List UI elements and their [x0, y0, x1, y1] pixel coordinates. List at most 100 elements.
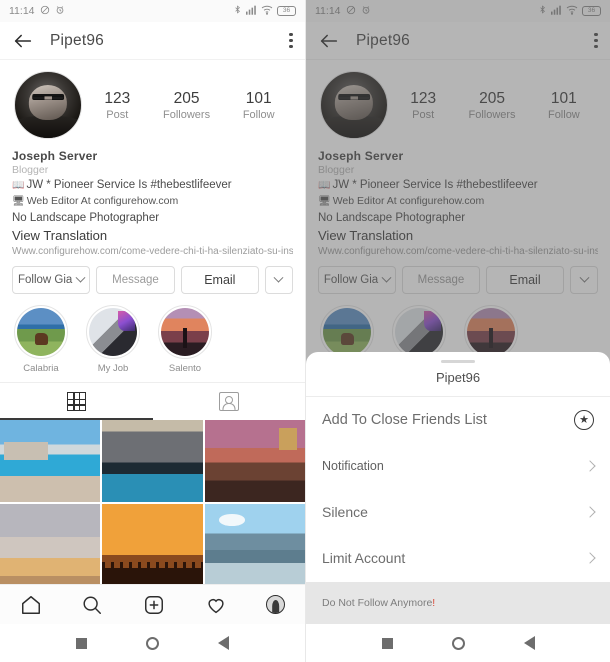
- kebab-menu-icon[interactable]: [289, 32, 293, 49]
- avatar[interactable]: [14, 71, 82, 139]
- chevron-right-icon: [584, 506, 596, 518]
- dual-screenshot: 11:14 36 Pipet96 123 Post 205 Followers …: [0, 0, 610, 662]
- profile-bio: Joseph Server Blogger 📖 JW * Pioneer Serv…: [0, 145, 305, 257]
- circle-icon[interactable]: [145, 636, 159, 650]
- photo-cell[interactable]: [204, 504, 305, 587]
- unfollow-accent: !: [432, 597, 436, 609]
- photo-cell[interactable]: [102, 420, 203, 503]
- profile-stats: 123 Post 205 Followers 101 Follow: [82, 89, 291, 121]
- chevron-right-icon: [584, 460, 596, 472]
- story-highlights: Calabria My Job Salento: [0, 302, 305, 382]
- stat-posts[interactable]: 123 Post: [104, 89, 130, 121]
- sheet-item-silence[interactable]: Silence: [306, 489, 610, 535]
- highlight-salento[interactable]: Salento: [158, 305, 212, 374]
- bluetooth-icon: [233, 4, 242, 18]
- android-navigation: [306, 624, 610, 662]
- highlight-label: Calabria: [23, 363, 59, 375]
- stat-following[interactable]: 101 Follow: [243, 89, 275, 121]
- stat-value: 101: [245, 89, 272, 107]
- more-options-button[interactable]: [264, 266, 293, 295]
- android-navigation: [0, 624, 305, 662]
- stat-label: Followers: [163, 109, 211, 122]
- profile-category: Blogger: [12, 164, 49, 176]
- highlight-ring: [86, 305, 140, 360]
- unfollow-label: Do Not Follow Anymore!: [322, 597, 435, 609]
- highlight-calabria[interactable]: Calabria: [14, 305, 68, 374]
- star-circle-icon: ★: [574, 410, 594, 430]
- app-header: Pipet96: [0, 22, 305, 60]
- phone-screen-profile: 11:14 36 Pipet96 123 Post 205 Followers …: [0, 0, 305, 662]
- view-translation-link[interactable]: View Translation: [12, 228, 293, 243]
- bottom-navigation: [0, 584, 305, 624]
- heart-icon[interactable]: [205, 594, 227, 616]
- book-emoji-icon: 📖: [12, 180, 25, 191]
- bio-line-1-text: JW * Pioneer Service Is #thebestlifeever: [26, 179, 232, 191]
- square-icon[interactable]: [75, 637, 87, 649]
- monitor-emoji-icon: 🖥: [12, 196, 25, 208]
- bio-line-2-text: Web Editor At configurehow.com: [26, 195, 179, 208]
- highlight-ring: [158, 305, 212, 360]
- highlight-my-job[interactable]: My Job: [86, 305, 140, 374]
- search-icon[interactable]: [81, 594, 103, 616]
- highlight-ring: [14, 305, 68, 360]
- wifi-icon: [261, 5, 273, 18]
- stat-label: Post: [106, 109, 129, 122]
- sheet-item-notification[interactable]: Notification: [306, 443, 610, 489]
- bio-line-1: 📖 JW * Pioneer Service Is #thebestlifeeve…: [12, 178, 293, 193]
- back-arrow-icon[interactable]: [12, 30, 34, 52]
- profile-display-name: Joseph Server: [12, 149, 98, 163]
- avatar-glasses: [32, 94, 64, 101]
- unfollow-text: Do Not Follow Anymore: [322, 597, 433, 609]
- grid-icon: [66, 392, 86, 412]
- highlight-thumbnail: [17, 308, 65, 357]
- highlight-thumbnail: [161, 308, 209, 357]
- sheet-item-label: Add To Close Friends List: [322, 412, 487, 428]
- stat-value: 123: [104, 89, 131, 107]
- sheet-item-label: Limit Account: [322, 550, 406, 566]
- avatar-head: [28, 85, 68, 120]
- follow-button[interactable]: Follow Gia: [12, 266, 91, 295]
- photo-cell[interactable]: [0, 504, 101, 587]
- sheet-item-label: Silence: [322, 504, 368, 520]
- photo-cell[interactable]: [0, 420, 101, 503]
- status-bar-right: 36: [233, 4, 296, 18]
- status-bar-left: 11:14: [9, 5, 65, 18]
- options-bottom-sheet: Pipet96 Add To Close Friends List ★ Noti…: [306, 352, 610, 624]
- tab-tagged[interactable]: [153, 383, 306, 420]
- home-icon[interactable]: [20, 594, 42, 616]
- sheet-item-label: Notification: [322, 459, 384, 473]
- triangle-icon[interactable]: [218, 636, 230, 650]
- status-time: 11:14: [9, 5, 35, 17]
- battery-indicator: 36: [277, 6, 296, 16]
- page-title: Pipet96: [50, 31, 104, 49]
- email-button[interactable]: Email: [180, 266, 259, 295]
- photo-grid: [0, 420, 305, 587]
- message-button[interactable]: Message: [96, 266, 175, 295]
- phone-screen-options-sheet: 11:14 36 Pipet96 123 Post 205 Followers …: [305, 0, 610, 662]
- profile-actions: Follow Gia Message Email: [0, 257, 305, 302]
- stat-label: Follow: [242, 109, 275, 122]
- chevron-down-icon: [75, 272, 86, 283]
- triangle-icon[interactable]: [523, 636, 535, 650]
- sheet-item-close-friends[interactable]: Add To Close Friends List ★: [306, 397, 610, 443]
- stat-value: 205: [173, 89, 200, 107]
- highlight-thumbnail: [89, 308, 137, 357]
- tab-grid[interactable]: [0, 383, 153, 421]
- stat-followers[interactable]: 205 Followers: [163, 89, 210, 121]
- tagged-person-icon: [218, 392, 239, 412]
- circle-icon[interactable]: [451, 636, 465, 650]
- plus-square-icon[interactable]: [143, 594, 165, 616]
- profile-tabs: [0, 382, 306, 421]
- profile-header: 123 Post 205 Followers 101 Follow: [0, 60, 305, 145]
- square-icon[interactable]: [381, 637, 393, 649]
- chevron-right-icon: [584, 552, 596, 564]
- sheet-item-limit-account[interactable]: Limit Account: [306, 535, 610, 581]
- sheet-footer[interactable]: Do Not Follow Anymore!: [306, 582, 610, 624]
- profile-avatar-icon[interactable]: [266, 595, 286, 614]
- photo-cell[interactable]: [102, 504, 203, 587]
- highlight-label: My Job: [97, 363, 129, 375]
- chevron-down-icon: [274, 272, 284, 283]
- photo-cell[interactable]: [204, 420, 305, 503]
- profile-url-link[interactable]: Www.configurehow.com/come-vedere-chi-ti-…: [12, 246, 293, 257]
- highlight-label: Salento: [168, 363, 202, 375]
